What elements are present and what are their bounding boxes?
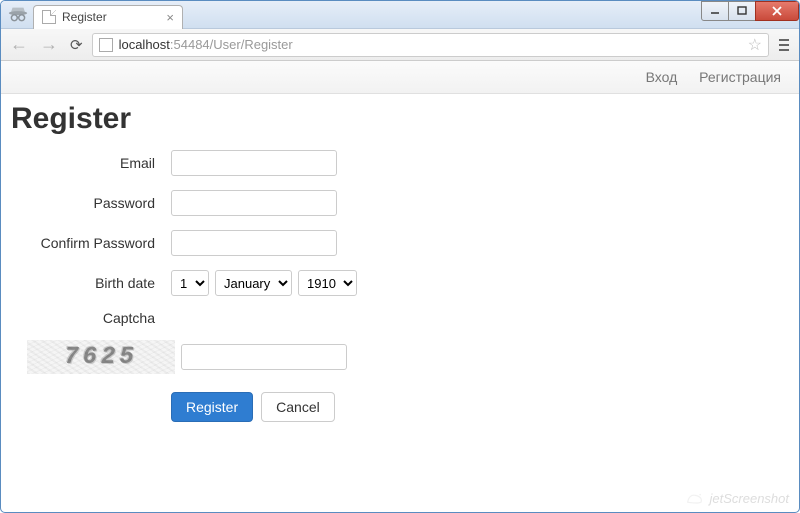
nav-register-link[interactable]: Регистрация — [699, 69, 781, 85]
titlebar: Register × — [1, 1, 799, 29]
browser-toolbar: ← → ⟳ localhost:54484/User/Register ☆ — [1, 29, 799, 61]
captcha-image: 7625 — [27, 340, 175, 374]
password-label: Password — [11, 195, 171, 211]
back-button[interactable]: ← — [7, 34, 31, 55]
captcha-label: Captcha — [11, 310, 171, 326]
tab-close-icon[interactable]: × — [166, 10, 174, 25]
window-minimize-button[interactable] — [701, 1, 729, 21]
reload-button[interactable]: ⟳ — [67, 36, 86, 54]
email-field[interactable] — [171, 150, 337, 176]
url-bar[interactable]: localhost:54484/User/Register ☆ — [92, 33, 769, 57]
birth-year-select[interactable]: 1910 — [298, 270, 357, 296]
bookmark-star-icon[interactable]: ☆ — [748, 35, 762, 55]
page-file-icon — [99, 38, 113, 52]
tab-title: Register — [62, 10, 107, 24]
email-label: Email — [11, 155, 171, 171]
url-path: :54484/User/Register — [170, 37, 293, 52]
password-field[interactable] — [171, 190, 337, 216]
confirm-password-label: Confirm Password — [11, 235, 171, 251]
incognito-icon — [7, 4, 29, 26]
birth-date-label: Birth date — [11, 275, 171, 291]
menu-button[interactable] — [775, 35, 793, 55]
cancel-button[interactable]: Cancel — [261, 392, 335, 422]
page-title: Register — [11, 102, 789, 136]
register-button[interactable]: Register — [171, 392, 253, 422]
watermark: jetScreenshot — [686, 490, 790, 506]
browser-tab[interactable]: Register × — [33, 5, 183, 29]
site-nav: Вход Регистрация — [1, 61, 799, 94]
page-file-icon — [42, 10, 56, 24]
birth-day-select[interactable]: 1 — [171, 270, 209, 296]
window-maximize-button[interactable] — [728, 1, 756, 21]
window-controls — [702, 1, 799, 21]
page-content: Register Email Password Confirm Password… — [1, 102, 799, 422]
confirm-password-field[interactable] — [171, 230, 337, 256]
birth-month-select[interactable]: January — [215, 270, 292, 296]
browser-window: Register × ← → ⟳ localhost:54484/User/Re… — [0, 0, 800, 513]
nav-login-link[interactable]: Вход — [646, 69, 678, 85]
watermark-text: jetScreenshot — [710, 491, 790, 506]
url-host: localhost — [119, 37, 170, 52]
window-close-button[interactable] — [755, 1, 799, 21]
captcha-field[interactable] — [181, 344, 347, 370]
forward-button[interactable]: → — [37, 34, 61, 55]
